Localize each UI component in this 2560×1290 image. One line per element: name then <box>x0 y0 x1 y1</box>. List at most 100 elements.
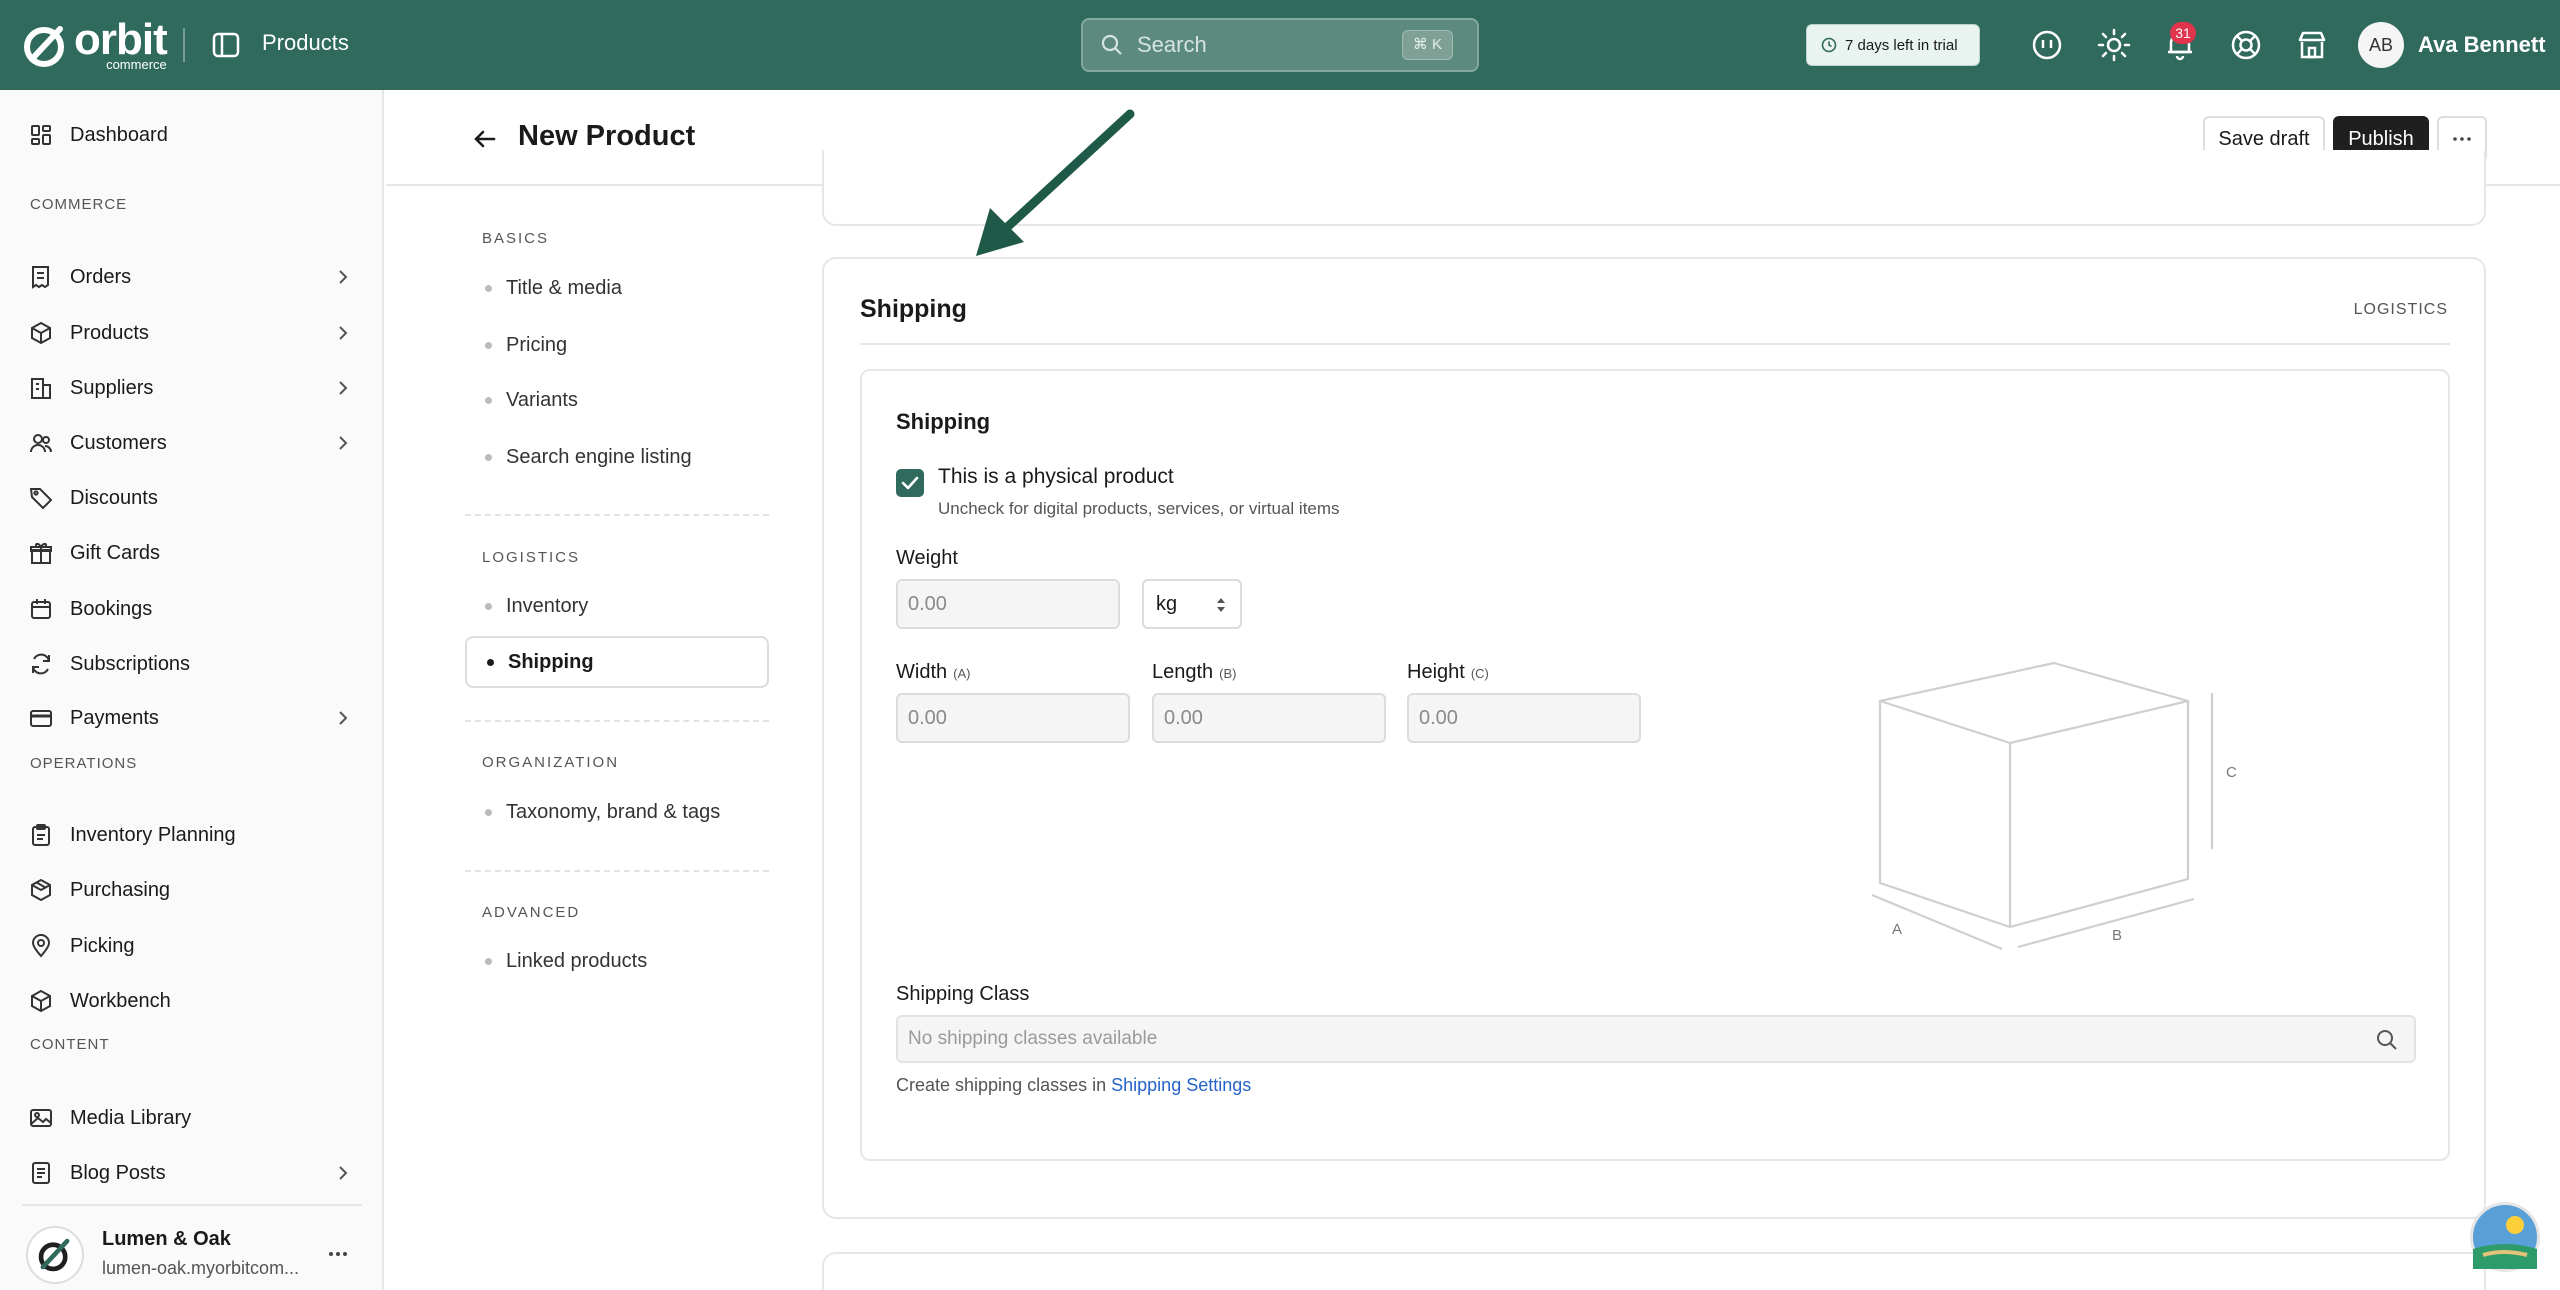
help-lifebuoy-icon[interactable] <box>2229 28 2263 62</box>
sidebar-item-picking[interactable]: Picking <box>0 921 384 971</box>
subnav-item-search-engine-listing[interactable]: Search engine listing <box>465 431 769 483</box>
sidebar: Dashboard COMMERCE Orders Products Suppl… <box>0 90 384 1290</box>
width-field[interactable]: 0.00 <box>896 693 1130 743</box>
sidebar-item-label: Suppliers <box>70 376 154 399</box>
chevron-right-icon <box>339 436 348 450</box>
shipping-panel: Shipping This is a physical product Unch… <box>860 369 2450 1161</box>
subnav-section-advanced: ADVANCED <box>482 904 581 921</box>
storefront-icon[interactable] <box>2295 28 2329 62</box>
width-label: Width (A) <box>896 661 971 683</box>
chevron-right-icon <box>339 326 348 340</box>
subnav-item-label: Shipping <box>508 650 594 673</box>
store-switcher[interactable]: Lumen & Oak lumen-oak.myorbitcom... <box>22 1204 362 1284</box>
subnav-item-label: Linked products <box>506 949 648 972</box>
subnav-item-label: Pricing <box>506 333 568 356</box>
search-shortcut: ⌘ K <box>1401 30 1453 60</box>
sidebar-item-label: Media Library <box>70 1106 192 1129</box>
subnav-item-label: Variants <box>506 388 578 411</box>
checkmark-icon <box>901 476 919 490</box>
physical-product-checkbox[interactable] <box>896 469 924 497</box>
assistant-icon[interactable] <box>2030 28 2064 62</box>
physical-product-label[interactable]: This is a physical product <box>938 465 1174 489</box>
sidebar-item-gift-cards[interactable]: Gift Cards <box>0 528 384 578</box>
image-icon <box>30 1109 52 1127</box>
section-divider <box>860 343 2450 345</box>
orbit-logo[interactable]: orbit commerce <box>22 18 168 71</box>
diagram-label-b: B <box>2112 927 2122 944</box>
store-logo <box>26 1226 84 1284</box>
subnav-section-basics: BASICS <box>482 230 550 247</box>
sidebar-toggle-icon[interactable] <box>211 30 241 60</box>
package-icon <box>31 878 51 902</box>
sidebar-item-suppliers[interactable]: Suppliers <box>0 363 384 413</box>
sidebar-item-dashboard[interactable]: Dashboard <box>0 110 384 160</box>
more-horizontal-icon <box>2453 137 2471 141</box>
topbar-section-title: Products <box>262 30 349 55</box>
sidebar-item-label: Blog Posts <box>70 1161 166 1184</box>
user-name[interactable]: Ava Bennett <box>2418 32 2546 58</box>
weight-field[interactable]: 0.00 <box>896 579 1120 629</box>
sidebar-item-products[interactable]: Products <box>0 308 384 358</box>
more-horizontal-icon[interactable] <box>326 1242 350 1266</box>
clipboard-icon <box>32 824 50 846</box>
notification-badge: 31 <box>2170 22 2196 44</box>
length-label: Length (B) <box>1152 661 1237 683</box>
beach-sun-icon <box>2473 1216 2537 1269</box>
sidebar-item-label: Customers <box>70 431 167 454</box>
orders-receipt-icon <box>32 266 49 289</box>
sidebar-item-label: Discounts <box>70 486 158 509</box>
customers-users-icon <box>30 434 52 453</box>
credit-card-icon <box>30 710 52 727</box>
sidebar-item-inventory-planning[interactable]: Inventory Planning <box>0 810 384 860</box>
subnav-item-inventory[interactable]: Inventory <box>465 580 769 632</box>
shipping-class-help: Create shipping classes in Shipping Sett… <box>896 1075 1252 1095</box>
sidebar-item-customers[interactable]: Customers <box>0 418 384 468</box>
sidebar-section-operations: OPERATIONS <box>30 755 138 772</box>
sidebar-item-orders[interactable]: Orders <box>0 252 384 302</box>
subnav-divider <box>465 514 769 516</box>
sidebar-item-workbench[interactable]: Workbench <box>0 976 384 1026</box>
sidebar-item-purchasing[interactable]: Purchasing <box>0 865 384 915</box>
subnav-item-label: Search engine listing <box>506 445 692 468</box>
subnav-item-pricing[interactable]: Pricing <box>465 319 769 371</box>
subnav-section-organization: ORGANIZATION <box>482 754 620 771</box>
theme-sun-icon[interactable] <box>2097 28 2131 62</box>
sidebar-item-label: Payments <box>70 706 159 729</box>
store-url: lumen-oak.myorbitcom... <box>102 1258 300 1278</box>
search-icon <box>1101 34 1122 55</box>
map-pin-icon <box>31 934 51 958</box>
shipping-settings-link[interactable]: Shipping Settings <box>1111 1075 1251 1095</box>
height-field[interactable]: 0.00 <box>1407 693 1641 743</box>
shipping-section-card: Shipping LOGISTICS Shipping This is a ph… <box>822 257 2486 1219</box>
subnav-item-linked-products[interactable]: Linked products <box>465 935 769 987</box>
subnav-item-shipping[interactable]: Shipping <box>465 636 769 688</box>
annotation-arrow <box>976 109 1135 256</box>
subnav-item-title-media[interactable]: Title & media <box>465 262 769 314</box>
subnav-divider <box>465 720 769 722</box>
diagram-label-a: A <box>1892 921 1902 938</box>
length-field[interactable]: 0.00 <box>1152 693 1386 743</box>
sidebar-item-discounts[interactable]: Discounts <box>0 473 384 523</box>
back-arrow-icon[interactable] <box>470 124 500 154</box>
top-bar: orbit commerce Products Search ⌘ K 7 day… <box>0 0 2560 90</box>
panel-title: Shipping <box>896 409 991 434</box>
shipping-class-search[interactable]: No shipping classes available <box>896 1015 2416 1063</box>
sidebar-item-media-library[interactable]: Media Library <box>0 1093 384 1143</box>
weight-unit-select[interactable]: kg <box>1142 579 1242 629</box>
chat-assistant-button[interactable] <box>2470 1202 2540 1272</box>
avatar[interactable]: AB <box>2358 22 2404 68</box>
sidebar-item-payments[interactable]: Payments <box>0 693 384 743</box>
subnav-item-taxonomy[interactable]: Taxonomy, brand & tags <box>465 786 769 838</box>
store-name: Lumen & Oak <box>102 1228 231 1250</box>
sidebar-item-bookings[interactable]: Bookings <box>0 584 384 634</box>
sidebar-item-blog-posts[interactable]: Blog Posts <box>0 1148 384 1198</box>
trial-badge[interactable]: 7 days left in trial <box>1806 24 1980 66</box>
sidebar-item-label: Picking <box>70 934 135 957</box>
subnav-item-label: Taxonomy, brand & tags <box>506 800 721 823</box>
sidebar-item-label: Dashboard <box>70 123 168 146</box>
search-input[interactable]: Search ⌘ K <box>1081 18 1479 72</box>
next-section-card <box>822 1252 2486 1290</box>
subnav-item-variants[interactable]: Variants <box>465 374 769 426</box>
sidebar-item-label: Purchasing <box>70 878 171 901</box>
sidebar-item-subscriptions[interactable]: Subscriptions <box>0 639 384 689</box>
